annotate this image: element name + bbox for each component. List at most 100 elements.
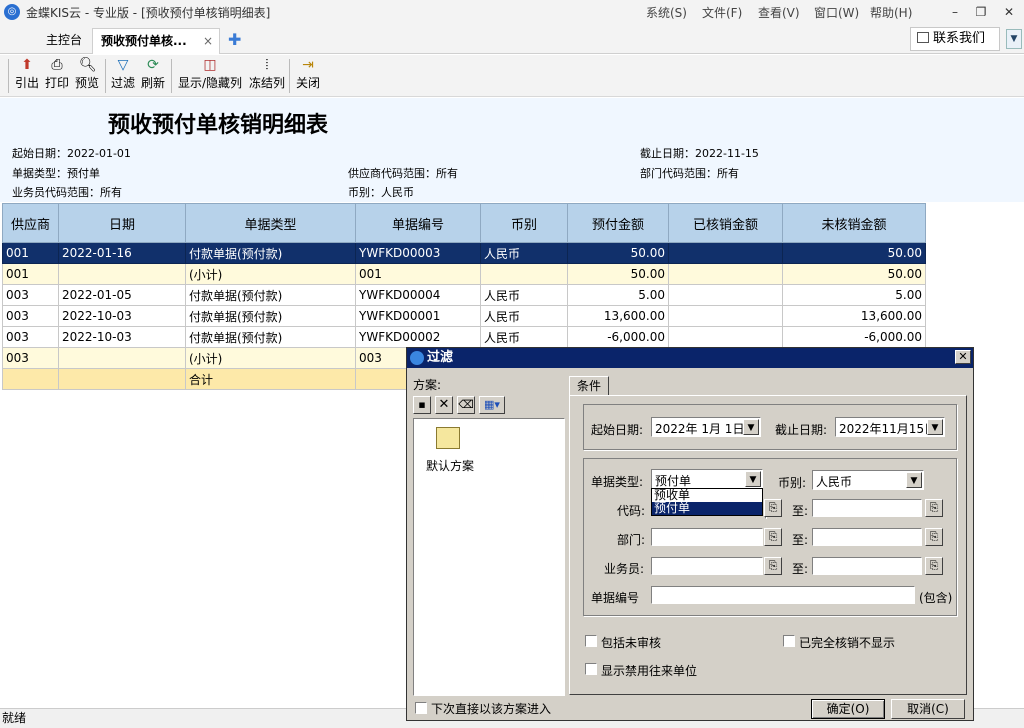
restore-icon[interactable]: ❐ — [970, 2, 992, 22]
menu-file[interactable]: 文件(F) — [702, 4, 742, 21]
table-row[interactable]: 003 2022-01-05 付款单据(预付款) YWFKD00004 人民币 … — [2, 284, 926, 306]
tab-bar: 主控台 预收预付单核... × ✚ — [0, 24, 1024, 54]
code-from-picker-icon[interactable]: ⎘ — [764, 499, 782, 517]
table-cell: 50.00 — [567, 242, 669, 264]
chevron-down-icon[interactable]: ▼ — [1006, 29, 1022, 49]
tab-close-icon[interactable]: × — [203, 29, 213, 53]
dialog-title-bar[interactable]: 过滤 ✕ — [407, 348, 973, 368]
column-header-supplier[interactable]: 供应商 — [2, 203, 59, 243]
refresh-button[interactable]: ⟳ 刷新 — [139, 55, 167, 97]
preview-button[interactable]: 🔍︎ 预览 — [73, 55, 101, 97]
default-scheme-label[interactable]: 默认方案 — [426, 457, 474, 474]
eraser-icon[interactable]: ⌫ — [457, 396, 475, 414]
hide-fully-settled-label[interactable]: 已完全核销不显示 — [799, 634, 895, 651]
menu-view[interactable]: 查看(V) — [758, 4, 800, 21]
ok-button[interactable]: 确定(O) — [811, 699, 885, 719]
close-window-icon[interactable]: ✕ — [998, 2, 1020, 22]
include-unaudited-label[interactable]: 包括未审核 — [601, 634, 661, 651]
table-cell — [668, 326, 783, 348]
menu-window[interactable]: 窗口(W) — [814, 4, 859, 21]
staff-to-picker-icon[interactable]: ⎘ — [925, 557, 943, 575]
column-header-currency[interactable]: 币别 — [480, 203, 568, 243]
table-cell: 50.00 — [567, 263, 669, 285]
menu-system[interactable]: 系统(S) — [646, 4, 687, 21]
column-header-settled-amount[interactable]: 已核销金额 — [668, 203, 783, 243]
menu-help[interactable]: 帮助(H) — [870, 4, 912, 21]
enter-directly-label[interactable]: 下次直接以该方案进入 — [431, 700, 551, 717]
table-cell: (小计) — [185, 263, 356, 285]
end-date-picker[interactable]: 2022年11月15日 ▼ — [835, 417, 945, 437]
dept-to-picker-icon[interactable]: ⎘ — [925, 528, 943, 546]
chevron-down-icon[interactable]: ▼ — [906, 472, 922, 488]
table-cell — [668, 305, 783, 327]
column-header-doc-type[interactable]: 单据类型 — [185, 203, 356, 243]
printer-icon: ⎙ — [51, 57, 63, 73]
chat-icon — [917, 32, 929, 43]
table-cell: YWFKD00002 — [355, 326, 481, 348]
dept-to-field[interactable] — [812, 528, 922, 546]
table-cell: 13,600.00 — [782, 305, 926, 327]
show-disabled-partners-checkbox[interactable] — [585, 663, 597, 675]
save-scheme-icon[interactable]: ▪ — [413, 396, 431, 414]
show-disabled-partners-label[interactable]: 显示禁用往来单位 — [601, 662, 697, 679]
tab-report[interactable]: 预收预付单核... × — [92, 28, 220, 54]
currency-select[interactable]: 人民币 ▼ — [812, 470, 924, 490]
chevron-down-icon[interactable]: ▼ — [743, 419, 759, 435]
grid-view-icon[interactable]: ▦▾ — [479, 396, 505, 414]
dialog-close-icon[interactable]: ✕ — [955, 350, 971, 364]
cancel-button[interactable]: 取消(C) — [891, 699, 965, 719]
table-cell: 13,600.00 — [567, 305, 669, 327]
table-cell: 人民币 — [480, 284, 568, 306]
staff-from-picker-icon[interactable]: ⎘ — [764, 557, 782, 575]
filter-button[interactable]: ▽ 过滤 — [109, 55, 137, 97]
column-header-prepaid-amount[interactable]: 预付金额 — [567, 203, 669, 243]
staff-from-field[interactable] — [651, 557, 763, 575]
supplier-range-text: 供应商代码范围：所有 — [348, 167, 458, 180]
table-row[interactable]: 003 2022-10-03 付款单据(预付款) YWFKD00002 人民币 … — [2, 326, 926, 348]
table-cell: -6,000.00 — [782, 326, 926, 348]
table-row[interactable]: 001 2022-01-16 付款单据(预付款) YWFKD00003 人民币 … — [2, 242, 926, 264]
include-unaudited-checkbox[interactable] — [585, 635, 597, 647]
enter-directly-checkbox[interactable] — [415, 702, 427, 714]
table-cell: 50.00 — [782, 242, 926, 264]
contact-us-button[interactable]: 联系我们 — [910, 27, 1000, 51]
doc-type-select[interactable]: 预付单 ▼ — [651, 469, 763, 489]
code-to-field[interactable] — [812, 499, 922, 517]
column-header-doc-no[interactable]: 单据编号 — [355, 203, 481, 243]
delete-scheme-icon[interactable]: ✕ — [435, 396, 453, 414]
to-label: 至: — [792, 504, 809, 518]
scheme-list[interactable]: 默认方案 — [413, 418, 565, 696]
table-cell: 付款单据(预付款) — [185, 305, 356, 327]
show-hide-columns-button[interactable]: ◫ 显示/隐藏列 — [175, 55, 245, 97]
table-cell — [58, 263, 186, 285]
start-date-text: 起始日期：2022-01-01 — [12, 147, 131, 160]
start-date-picker[interactable]: 2022年 1月 1日 ▼ — [651, 417, 761, 437]
dialog-app-icon — [410, 351, 424, 365]
add-tab-icon[interactable]: ✚ — [228, 30, 241, 49]
table-row[interactable]: 003 2022-10-03 付款单据(预付款) YWFKD00001 人民币 … — [2, 305, 926, 327]
chevron-down-icon[interactable]: ▼ — [745, 471, 761, 487]
window-title: 金蝶KIS云 - 专业版 - [预收预付单核销明细表] — [26, 6, 271, 20]
table-cell: 付款单据(预付款) — [185, 326, 356, 348]
tab-conditions[interactable]: 条件 — [569, 376, 609, 396]
minimize-icon[interactable]: – — [944, 2, 966, 22]
start-date-label: 起始日期: — [591, 423, 644, 437]
dept-from-picker-icon[interactable]: ⎘ — [764, 528, 782, 546]
dept-from-field[interactable] — [651, 528, 763, 546]
print-button[interactable]: ⎙ 打印 — [43, 55, 71, 97]
freeze-columns-button[interactable]: ⦙ 冻结列 — [247, 55, 287, 97]
chevron-down-icon[interactable]: ▼ — [927, 419, 943, 435]
staff-to-field[interactable] — [812, 557, 922, 575]
export-button[interactable]: ⬆ 引出 — [13, 55, 41, 97]
table-cell: 2022-01-16 — [58, 242, 186, 264]
hide-fully-settled-checkbox[interactable] — [783, 635, 795, 647]
code-to-picker-icon[interactable]: ⎘ — [925, 499, 943, 517]
column-header-date[interactable]: 日期 — [58, 203, 186, 243]
subtotal-row[interactable]: 001 (小计) 001 50.00 50.00 — [2, 263, 926, 285]
column-header-unsettled-amount[interactable]: 未核销金额 — [782, 203, 926, 243]
dropdown-option-selected[interactable]: 预付单 — [652, 502, 762, 515]
close-button[interactable]: ⇥ 关闭 — [294, 55, 322, 97]
tab-console[interactable]: 主控台 — [38, 28, 90, 54]
contains-label: (包含) — [919, 591, 953, 605]
doc-no-field[interactable] — [651, 586, 915, 604]
